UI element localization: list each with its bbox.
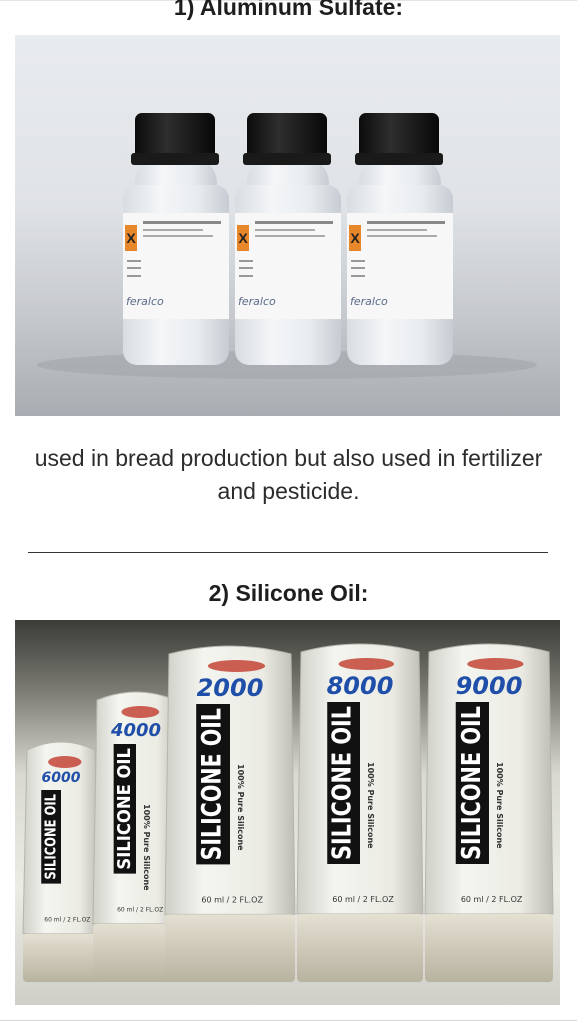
tube-product-label: SILICONE OIL	[42, 794, 60, 880]
tube-volume-label: 60 ml / 2 FL.OZ	[44, 917, 90, 924]
svg-text:X: X	[238, 230, 248, 246]
bottle-3: X feralco	[347, 113, 453, 365]
tube-tag-label: 100% Pure Silicone	[495, 762, 504, 849]
svg-text:feralco: feralco	[350, 295, 388, 308]
bottom-border	[0, 1020, 577, 1021]
tube-product-label: SILICONE OIL	[115, 748, 135, 870]
svg-text:X: X	[350, 230, 360, 246]
tube-volume-label: 60 ml / 2 FL.OZ	[461, 895, 523, 904]
tube-tag-label: 100% Pure Silicone	[236, 764, 245, 851]
tube-product-label: SILICONE OIL	[328, 706, 358, 860]
silicone-tube-6000: 6000 SILICONE OIL 60 ml / 2 FL.OZ	[22, 741, 100, 982]
tubes-illustration: 6000 SILICONE OIL 60 ml / 2 FL.OZ 4000 SILIC…	[22, 643, 554, 982]
tube-volume-label: 60 ml / 2 FL.OZ	[332, 895, 394, 904]
svg-text:feralco: feralco	[126, 295, 164, 308]
caption-text: used in bread production but also used i…	[34, 445, 543, 504]
tube-volume-label: 60 ml / 2 FL.OZ	[117, 907, 163, 914]
svg-text:feralco: feralco	[238, 295, 276, 308]
bottle-1: X feralco	[123, 113, 229, 365]
tube-product-label: SILICONE OIL	[457, 706, 487, 860]
tube-number-label: 9000	[456, 672, 523, 700]
aluminum-sulfate-photo[interactable]: X feralco X feralco X feralco	[15, 35, 560, 416]
bottle-2: X feralco	[235, 113, 341, 365]
bottles-illustration: X feralco X feralco X feralco	[37, 113, 537, 379]
tube-number-label: 8000	[327, 672, 394, 700]
silicone-tube-8000: 8000 SILICONE OIL 100% Pure Silicone 60 ml …	[296, 643, 424, 982]
section-heading-aluminum-sulfate: 1) Aluminum Sulfate:	[173, 0, 404, 20]
tube-number-label: 2000	[197, 674, 264, 702]
silicone-tube-9000: 9000 SILICONE OIL 100% Pure Silicone 60 ml …	[424, 643, 554, 982]
tube-tag-label: 100% Pure Silicone	[142, 804, 151, 891]
svg-text:X: X	[126, 230, 136, 246]
tube-volume-label: 60 ml / 2 FL.OZ	[201, 895, 263, 904]
silicone-tube-2000: 2000 SILICONE OIL 100% Pure Silicone 60 ml …	[164, 645, 296, 982]
section-heading-silicone-oil: 2) Silicone Oil:	[208, 580, 369, 606]
section-divider	[28, 552, 548, 553]
tube-number-label: 4000	[110, 720, 161, 741]
tube-number-label: 6000	[42, 770, 81, 786]
tube-product-label: SILICONE OIL	[198, 708, 228, 861]
silicone-oil-photo[interactable]: 6000 SILICONE OIL 60 ml / 2 FL.OZ 4000 SILIC…	[15, 620, 560, 1005]
tube-tag-label: 100% Pure Silicone	[366, 762, 375, 849]
